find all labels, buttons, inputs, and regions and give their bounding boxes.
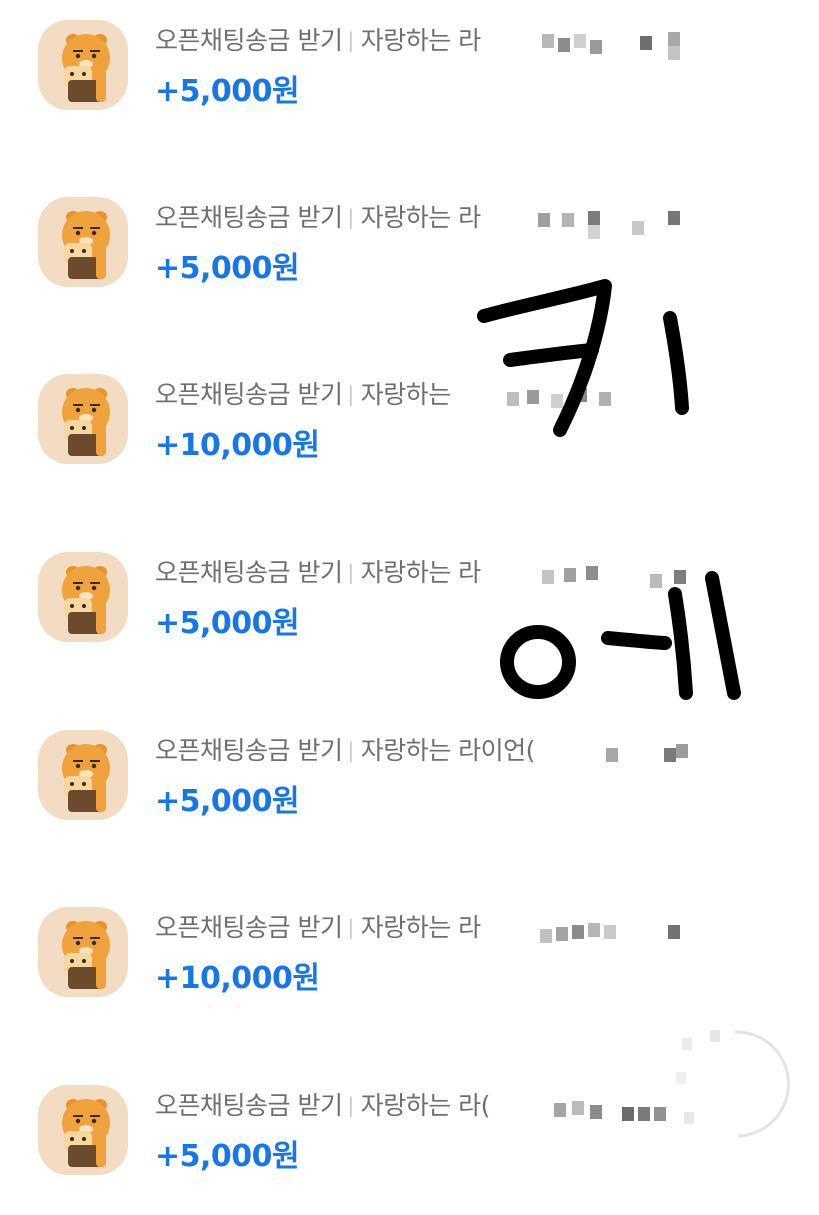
transaction-item[interactable]: 오픈채팅송금 받기 | 자랑하는 라이언( +5,000원: [0, 730, 819, 860]
transaction-amount: +5,000원: [155, 251, 300, 286]
title-separator: |: [347, 382, 354, 406]
loading-spinner-icon: [676, 1030, 790, 1138]
transaction-item[interactable]: 오픈채팅송금 받기 | 자랑하는 라 +5,000원: [0, 20, 819, 150]
transaction-detail: 자랑하는 라(: [360, 1091, 491, 1120]
ryan-character-icon: [38, 730, 128, 820]
transaction-item[interactable]: 오픈채팅송금 받기 | 자랑하는 라 +5,000원: [0, 552, 819, 682]
ryan-character-icon: [38, 907, 128, 997]
censored-mosaic: [538, 562, 708, 592]
transaction-detail: 자랑하는 라이언(: [360, 736, 536, 765]
transaction-list: 오픈채팅송금 받기 | 자랑하는 라 +5,000원 오픈채팅송금 받기 | 자…: [0, 0, 819, 1200]
transaction-title: 오픈채팅송금 받기 | 자랑하는 라이언(: [155, 732, 535, 768]
transaction-type: 오픈채팅송금 받기: [155, 380, 343, 409]
transaction-item[interactable]: 오픈채팅송금 받기 | 자랑하는 +10,000원: [0, 374, 819, 504]
transaction-amount: +5,000원: [155, 606, 300, 641]
censored-mosaic: [528, 30, 698, 60]
censored-mosaic: [600, 740, 770, 770]
transaction-amount: +10,000원: [155, 428, 320, 463]
censored-mosaic: [505, 384, 675, 414]
title-separator: |: [347, 1093, 354, 1117]
transaction-title: 오픈채팅송금 받기 | 자랑하는 라(: [155, 1087, 490, 1123]
transaction-type: 오픈채팅송금 받기: [155, 26, 343, 55]
transaction-type: 오픈채팅송금 받기: [155, 558, 343, 587]
transaction-detail: 자랑하는 라: [360, 913, 481, 942]
transaction-amount: +10,000원: [155, 961, 320, 996]
transaction-detail: 자랑하는 라: [360, 26, 481, 55]
transaction-detail: 자랑하는: [360, 380, 452, 409]
ryan-character-icon: [38, 374, 128, 464]
transaction-item[interactable]: 오픈채팅송금 받기 | 자랑하는 라 +10,000원: [0, 907, 819, 1037]
transaction-type: 오픈채팅송금 받기: [155, 1091, 343, 1120]
title-separator: |: [347, 28, 354, 52]
transaction-title: 오픈채팅송금 받기 | 자랑하는 라: [155, 554, 481, 590]
censored-mosaic: [528, 207, 698, 239]
transaction-type: 오픈채팅송금 받기: [155, 203, 343, 232]
ryan-character-icon: [38, 20, 128, 110]
title-separator: |: [347, 560, 354, 584]
transaction-title: 오픈채팅송금 받기 | 자랑하는 라: [155, 22, 481, 58]
transaction-title: 오픈채팅송금 받기 | 자랑하는: [155, 376, 451, 412]
transaction-amount: +5,000원: [155, 1139, 300, 1174]
transaction-item[interactable]: 오픈채팅송금 받기 | 자랑하는 라 +5,000원: [0, 197, 819, 327]
transaction-amount: +5,000원: [155, 784, 300, 819]
title-separator: |: [347, 205, 354, 229]
ryan-character-icon: [38, 552, 128, 642]
transaction-title: 오픈채팅송금 받기 | 자랑하는 라: [155, 199, 481, 235]
transaction-detail: 자랑하는 라: [360, 558, 481, 587]
title-separator: |: [347, 738, 354, 762]
ryan-character-icon: [38, 197, 128, 287]
transaction-title: 오픈채팅송금 받기 | 자랑하는 라: [155, 909, 481, 945]
censored-mosaic: [538, 917, 708, 947]
title-separator: |: [347, 915, 354, 939]
transaction-type: 오픈채팅송금 받기: [155, 736, 343, 765]
transaction-type: 오픈채팅송금 받기: [155, 913, 343, 942]
ryan-character-icon: [38, 1085, 128, 1175]
transaction-amount: +5,000원: [155, 74, 300, 109]
transaction-detail: 자랑하는 라: [360, 203, 481, 232]
